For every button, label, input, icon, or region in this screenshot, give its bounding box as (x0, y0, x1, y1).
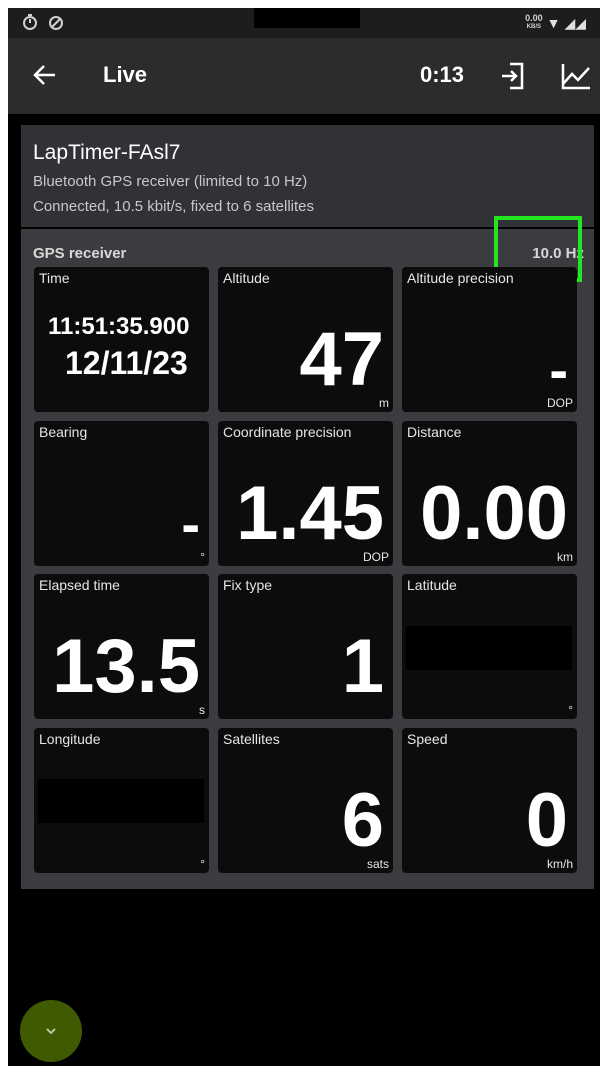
phone-screen: 0.00 KB/S ▼ ◢◢ Live 0:13 LapTimer-FAsl7 … (8, 8, 600, 1066)
tile-label: Fix type (223, 577, 273, 593)
tile-speed[interactable]: Speed 0 km/h (402, 728, 577, 873)
tile-unit: ° (200, 857, 205, 871)
tile-unit: DOP (362, 550, 389, 564)
tile-value: 1.45 (236, 471, 384, 556)
app-bar: Live 0:13 (8, 38, 600, 114)
chevron-down-icon (39, 1019, 63, 1043)
tile-label: Speed (407, 731, 448, 747)
tile-label: Altitude precision (407, 270, 514, 286)
tile-unit: s (199, 703, 205, 717)
camera-notch (254, 8, 360, 28)
device-card[interactable]: LapTimer-FAsl7 Bluetooth GPS receiver (l… (21, 125, 594, 227)
tile-label: Latitude (407, 577, 457, 593)
tile-fix-type[interactable]: Fix type 1 (218, 574, 393, 719)
chart-icon[interactable] (560, 60, 592, 92)
tile-value: 1 (341, 624, 384, 709)
time-of-day: 11:51:35.900 (48, 313, 190, 340)
tile-value: 13.5 (52, 624, 200, 709)
redacted-value (38, 779, 204, 823)
tile-label: Time (39, 270, 70, 286)
tile-unit: m (379, 396, 389, 410)
tile-value: 0.00 (420, 471, 568, 556)
tile-value: 47 (299, 317, 384, 402)
gps-receiver-section: GPS receiver 10.0 Hz Time 11:51:35.900 1… (21, 216, 594, 889)
wifi-icon: ▼ (546, 15, 561, 31)
status-bar: 0.00 KB/S ▼ ◢◢ (8, 8, 600, 38)
tile-label: Satellites (223, 731, 280, 747)
network-speed: 0.00 KB/S (525, 13, 543, 31)
time-value: 11:51:35.900 12/11/23 (48, 313, 189, 382)
do-not-disturb-icon (48, 13, 64, 37)
tile-unit: ° (568, 703, 573, 717)
tile-unit: km/h (546, 857, 573, 871)
cell-signal-icon: ◢◢ (564, 15, 586, 31)
tile-value: - (549, 338, 568, 401)
section-title: GPS receiver (33, 245, 127, 262)
date: 12/11/23 (65, 345, 188, 381)
session-timer: 0:13 (420, 62, 465, 87)
tile-label: Coordinate precision (223, 424, 352, 440)
tile-label: Longitude (39, 731, 101, 747)
expand-fab-button[interactable] (20, 1000, 82, 1062)
tile-time[interactable]: Time 11:51:35.900 12/11/23 (34, 267, 209, 412)
tile-coordinate-precision[interactable]: Coordinate precision 1.45 DOP (218, 421, 393, 566)
tile-unit: km (557, 550, 573, 564)
tile-distance[interactable]: Distance 0.00 km (402, 421, 577, 566)
tile-satellites[interactable]: Satellites 6 sats (218, 728, 393, 873)
tile-unit: ° (200, 550, 205, 564)
tile-label: Elapsed time (39, 577, 120, 593)
tile-value: - (181, 492, 200, 555)
tile-latitude[interactable]: Latitude ° (402, 574, 577, 719)
timer-icon (22, 13, 38, 37)
redacted-value (406, 626, 572, 670)
tile-altitude-precision[interactable]: Altitude precision - DOP (402, 267, 577, 412)
tile-unit: sats (366, 857, 389, 871)
export-icon[interactable] (498, 60, 528, 92)
tile-value: 0 (525, 778, 568, 863)
tile-label: Altitude (223, 270, 270, 286)
device-status: Connected, 10.5 kbit/s, fixed to 6 satel… (33, 198, 314, 215)
tile-value: 6 (341, 778, 384, 863)
tile-elapsed-time[interactable]: Elapsed time 13.5 s (34, 574, 209, 719)
device-description: Bluetooth GPS receiver (limited to 10 Hz… (33, 173, 308, 190)
back-arrow-icon[interactable] (30, 60, 60, 90)
page-title: Live (103, 62, 148, 87)
tile-longitude[interactable]: Longitude ° (34, 728, 209, 873)
tile-unit: DOP (546, 396, 573, 410)
tile-bearing[interactable]: Bearing - ° (34, 421, 209, 566)
device-name: LapTimer-FAsl7 (33, 141, 181, 164)
tile-label: Distance (407, 424, 462, 440)
tile-altitude[interactable]: Altitude 47 m (218, 267, 393, 412)
tile-label: Bearing (39, 424, 88, 440)
